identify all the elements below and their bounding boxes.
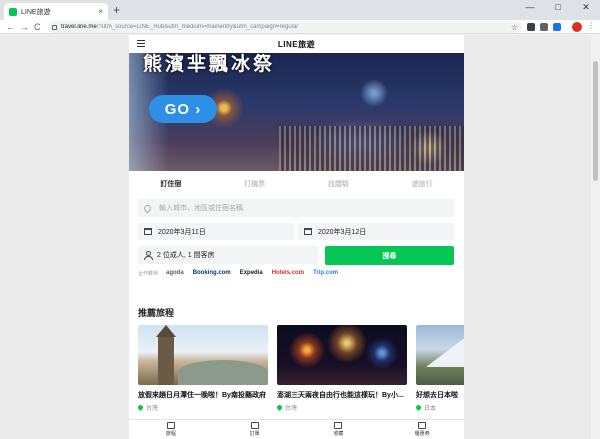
- tab-trips[interactable]: 遊旅行: [380, 179, 464, 193]
- guest-count: 2 位成人, 1 間客房: [157, 252, 215, 259]
- location-pin-icon: [136, 403, 145, 412]
- location-pin-icon: [275, 403, 284, 412]
- new-tab-button[interactable]: +: [113, 3, 120, 17]
- banner-go-button[interactable]: GO ›: [149, 95, 217, 123]
- calendar-icon: [144, 228, 152, 235]
- browser-tab[interactable]: LINE旅遊 ×: [4, 3, 108, 20]
- checkin-date: 2020年3月11日: [158, 228, 206, 236]
- minimize-icon[interactable]: —: [520, 2, 540, 12]
- page-viewport: LINE旅遊 熊濱芈飄冰祭 GO › 訂住宿 訂機票 找體驗 遊旅行 輸入城市、…: [0, 35, 600, 439]
- trip-card[interactable]: 放假來趟日月潭住一晚啦！By南投縣政府 台灣: [136, 325, 268, 412]
- page-header: LINE旅遊: [129, 35, 464, 53]
- profile-avatar[interactable]: [572, 22, 582, 32]
- browser-menu-icon[interactable]: ⋮: [587, 21, 595, 30]
- person-icon: [144, 251, 153, 260]
- line-favicon-icon: [9, 7, 17, 16]
- forward-icon[interactable]: →: [20, 21, 29, 33]
- coupon-icon: [418, 422, 427, 429]
- destination-search-input[interactable]: 輸入城市、地區或住宿名稱: [138, 199, 454, 217]
- partner-booking: Booking.com: [192, 270, 231, 276]
- card-location-text: 台灣: [146, 406, 159, 412]
- suitcase-icon: [166, 422, 175, 429]
- checkout-date-field[interactable]: 2020年3月12日: [298, 223, 454, 240]
- recommend-section-title: 推薦旅程: [138, 308, 175, 318]
- calendar-icon: [304, 228, 312, 235]
- url-query: /?utm_source=LINE_Hub&utm_medium=mainent…: [96, 24, 299, 30]
- partner-agoda: agoda: [166, 270, 184, 276]
- back-icon[interactable]: ←: [6, 21, 15, 33]
- partner-logos: 合作夥伴 agoda Booking.com Expedia Hotels.co…: [138, 268, 454, 278]
- hills-decoration: [178, 360, 268, 385]
- scrollbar-thumb[interactable]: [593, 61, 598, 181]
- document-icon: [250, 422, 259, 429]
- maximize-icon[interactable]: □: [548, 2, 568, 12]
- nav-orders[interactable]: 訂單: [213, 420, 297, 439]
- guest-selector[interactable]: 2 位成人, 1 間客房: [138, 246, 318, 264]
- location-pin-icon: [414, 403, 423, 412]
- bookmark-star-icon[interactable]: ☆: [511, 23, 518, 32]
- url-host: travel.line.me: [61, 24, 97, 30]
- nav-coupons[interactable]: 優惠券: [380, 420, 464, 439]
- card-location: 台灣: [136, 403, 268, 412]
- checkout-date: 2020年3月12日: [318, 228, 367, 236]
- extension-icon[interactable]: [527, 23, 535, 31]
- tower-decoration: [156, 325, 176, 385]
- extension-icon[interactable]: [540, 23, 548, 31]
- nav-trips[interactable]: 旅程: [129, 420, 213, 439]
- window-close-icon[interactable]: ✕: [576, 2, 596, 13]
- search-button[interactable]: 搜尋: [325, 246, 454, 265]
- banner-headline: 熊濱芈飄冰祭: [143, 54, 276, 75]
- partner-trip: Trip.com: [313, 270, 339, 276]
- partner-expedia: Expedia: [239, 270, 263, 276]
- bottom-navigation: 旅程 訂單 收藏 優惠券: [129, 419, 464, 439]
- extension-icon[interactable]: [553, 23, 561, 31]
- partner-hotels: Hotels.com: [271, 270, 305, 276]
- line-travel-page: LINE旅遊 熊濱芈飄冰祭 GO › 訂住宿 訂機票 找體驗 遊旅行 輸入城市、…: [129, 35, 464, 439]
- tab-close-icon[interactable]: ×: [98, 7, 103, 16]
- card-image: [138, 325, 268, 385]
- promo-banner[interactable]: 熊濱芈飄冰祭 GO ›: [129, 53, 464, 171]
- recommend-cards: 放假來趟日月潭住一晚啦！By南投縣政府 台灣 澎湖三天兩夜自由行也能這樣玩！By…: [136, 325, 464, 415]
- browser-toolbar: ← → C travel.line.me/?utm_source=LINE_Hu…: [0, 20, 600, 34]
- nav-favorites[interactable]: 收藏: [297, 420, 381, 439]
- location-pin-icon: [142, 203, 153, 213]
- mountain-decoration: [426, 337, 464, 367]
- checkin-date-field[interactable]: 2020年3月11日: [138, 223, 294, 240]
- tab-accommodation[interactable]: 訂住宿: [129, 179, 213, 193]
- reload-icon[interactable]: C: [34, 21, 41, 33]
- nav-orders-label: 訂單: [249, 431, 260, 437]
- site-logo[interactable]: LINE旅遊: [129, 39, 464, 50]
- trip-card[interactable]: 澎湖三天兩夜自由行也能這樣玩！By小... 台灣: [275, 325, 407, 412]
- nav-favorites-label: 收藏: [333, 431, 344, 437]
- browser-tabstrip: LINE旅遊 × + — □ ✕: [0, 0, 600, 20]
- lock-icon: [52, 24, 57, 30]
- card-image: [416, 325, 464, 385]
- bookmark-icon: [334, 422, 343, 429]
- nav-trips-label: 旅程: [165, 431, 176, 437]
- card-location-text: 台灣: [285, 406, 298, 412]
- url-text: travel.line.me/?utm_source=LINE_Hub&utm_…: [61, 24, 511, 30]
- trip-card[interactable]: 好想去日本啦 日本: [414, 325, 464, 412]
- tab-title: LINE旅遊: [21, 8, 51, 16]
- partners-label: 合作夥伴: [138, 270, 159, 277]
- banner-city-lights: [279, 126, 464, 171]
- nav-coupons-label: 優惠券: [414, 431, 430, 437]
- card-title: 澎湖三天兩夜自由行也能這樣玩！By小...: [277, 392, 404, 399]
- card-title: 放假來趟日月潭住一晚啦！By南投縣政府: [138, 392, 266, 399]
- card-location: 台灣: [275, 403, 407, 412]
- tab-experiences[interactable]: 找體驗: [297, 179, 381, 193]
- card-location: 日本: [414, 403, 464, 412]
- search-placeholder: 輸入城市、地區或住宿名稱: [159, 205, 243, 212]
- card-title: 好想去日本啦: [416, 392, 458, 399]
- card-location-text: 日本: [424, 406, 437, 412]
- tab-flights[interactable]: 訂機票: [213, 179, 297, 193]
- address-bar[interactable]: travel.line.me/?utm_source=LINE_Hub&utm_…: [48, 21, 522, 33]
- page-scrollbar[interactable]: [591, 35, 600, 439]
- booking-tabs: 訂住宿 訂機票 找體驗 遊旅行: [129, 179, 464, 193]
- card-image: [277, 325, 407, 385]
